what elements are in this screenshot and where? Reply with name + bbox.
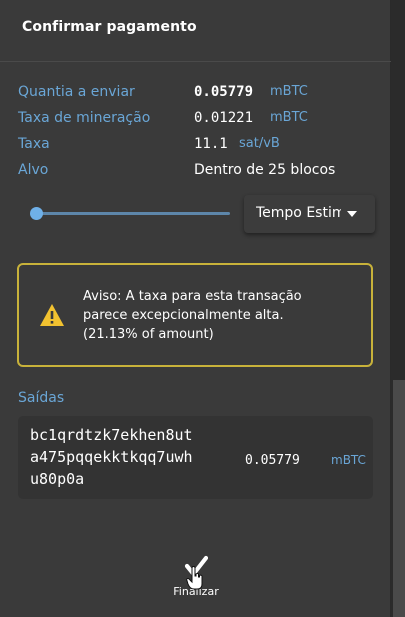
output-item: bc1qrdtzk7ekhen8ut a475pqqekktkqq7uwh u8… <box>18 416 373 499</box>
amount-value: 0.05779 <box>194 84 254 100</box>
fee-rate-row: Taxa 11.1 sat/vB <box>18 136 378 158</box>
output-address-line-1: bc1qrdtzk7ekhen8ut <box>30 426 193 444</box>
warning-line-3: (21.13% of amount) <box>83 327 214 342</box>
output-unit: mBTC <box>331 453 366 467</box>
background-panel <box>393 380 405 617</box>
amount-label: Quantia a enviar <box>18 84 135 100</box>
output-amount: 0.05779 <box>245 453 300 468</box>
warning-line-2: parece excepcionalmente alta. <box>83 308 284 323</box>
fee-rate-unit: sat/vB <box>239 136 280 151</box>
target-label: Alvo <box>18 162 49 178</box>
warning-text: Aviso: A taxa para esta transação parece… <box>83 287 353 344</box>
output-address-line-3: u80p0a <box>30 470 85 488</box>
fee-slider[interactable] <box>30 205 230 223</box>
mining-fee-unit: mBTC <box>270 110 308 125</box>
fee-rate-label: Taxa <box>18 136 50 152</box>
mining-fee-value: 0.01221 <box>194 110 254 126</box>
target-value: Dentro de 25 blocos <box>194 162 336 178</box>
target-row: Alvo Dentro de 25 blocos <box>18 162 378 184</box>
confirm-payment-dialog: Confirmar pagamento Quantia a enviar 0.0… <box>0 0 391 617</box>
caret-down-icon <box>347 211 357 217</box>
fee-method-selected: Tempo Estimado <box>256 205 341 221</box>
fee-slider-track[interactable] <box>36 212 230 215</box>
amount-row: Quantia a enviar 0.05779 mBTC <box>18 84 378 106</box>
dialog-header: Confirmar pagamento <box>0 0 391 62</box>
output-address: bc1qrdtzk7ekhen8ut a475pqqekktkqq7uwh u8… <box>30 424 193 490</box>
outputs-title: Saídas <box>18 390 65 406</box>
amount-unit: mBTC <box>270 84 308 99</box>
background-window-edge <box>391 0 405 617</box>
fee-rate-value: 11.1 <box>194 136 228 152</box>
warning-triangle-icon <box>40 304 64 326</box>
fee-slider-thumb[interactable] <box>30 207 43 220</box>
high-fee-warning: Aviso: A taxa para esta transação parece… <box>17 263 373 367</box>
fee-method-dropdown[interactable]: Tempo Estimado <box>244 195 375 233</box>
warning-line-1: Aviso: A taxa para esta transação <box>83 289 302 304</box>
dialog-title: Confirmar pagamento <box>22 19 197 35</box>
mining-fee-label: Taxa de mineração <box>18 110 151 126</box>
hand-cursor-icon <box>186 566 203 590</box>
mining-fee-row: Taxa de mineração 0.01221 mBTC <box>18 110 378 132</box>
output-address-line-2: a475pqqekktkqq7uwh <box>30 448 193 466</box>
